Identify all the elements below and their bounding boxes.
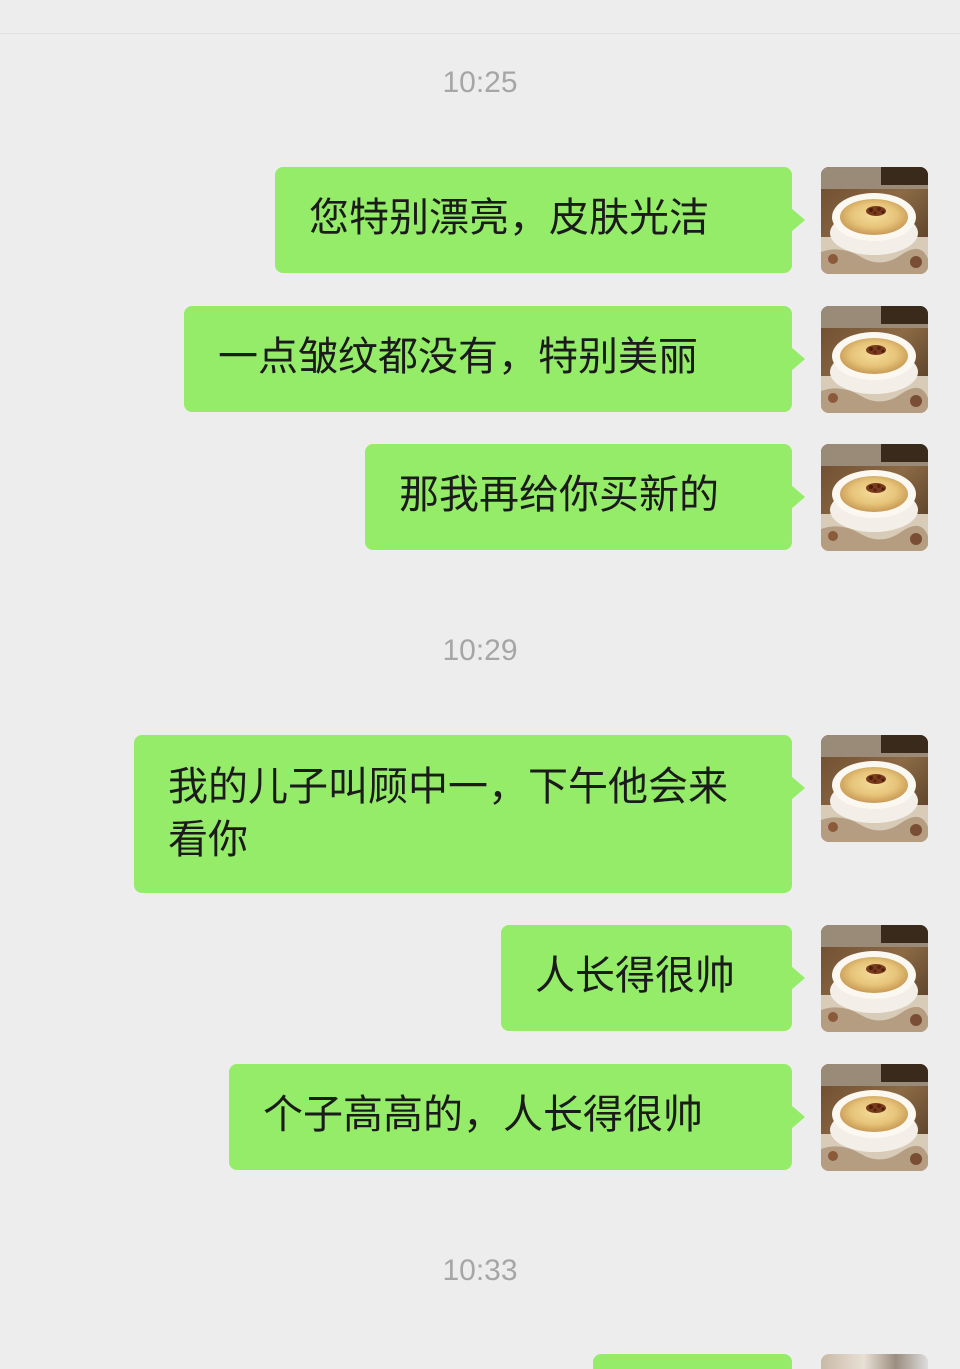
message-bubble[interactable]: 那我再给你买新的 (365, 444, 805, 550)
bubble-tail (791, 1105, 805, 1129)
message-text: 您特别漂亮，皮肤光洁 (309, 195, 709, 241)
bubble-tail (791, 485, 805, 509)
timestamp: 10:33 (442, 1254, 518, 1287)
message-text: 我的儿子叫顾中一，下午他会来看你 (168, 764, 728, 863)
message-bubble[interactable]: 一点皱纹都没有，特别美丽 (184, 306, 805, 412)
custard-dessert-avatar-icon[interactable] (821, 1354, 928, 1369)
bubble-tail (791, 776, 805, 800)
message-text: 个子高高的，人长得很帅 (263, 1092, 703, 1138)
custard-dessert-avatar-icon[interactable] (821, 444, 928, 551)
custard-dessert-avatar-icon[interactable] (821, 306, 928, 413)
message-text: 那我再给你买新的 (399, 472, 719, 518)
message-row: 个子高高的，人长得很帅 (229, 1064, 928, 1171)
bubble-tail (791, 966, 805, 990)
custard-dessert-avatar-icon[interactable] (821, 1064, 928, 1171)
message-bubble[interactable]: 我的儿子叫顾中一，下午他会来看你 (134, 735, 805, 893)
message-row: 您特别漂亮，皮肤光洁 (275, 167, 928, 274)
message-text: 人长得很帅 (535, 953, 735, 999)
timestamp: 10:29 (442, 634, 518, 667)
bubble-tail (791, 347, 805, 371)
message-row: 那我再给你买新的 (365, 444, 928, 551)
message-row: 人长得很帅 (501, 925, 928, 1032)
message-bubble[interactable]: 您特别漂亮，皮肤光洁 (275, 167, 805, 273)
timestamp: 10:25 (442, 66, 518, 99)
custard-dessert-avatar-icon[interactable] (821, 735, 928, 842)
top-divider (0, 33, 960, 34)
custard-dessert-avatar-icon[interactable] (821, 925, 928, 1032)
message-bubble-partial[interactable] (593, 1354, 792, 1369)
custard-dessert-avatar-icon[interactable] (821, 167, 928, 274)
message-text: 一点皱纹都没有，特别美丽 (218, 334, 698, 380)
message-row: 一点皱纹都没有，特别美丽 (184, 306, 928, 413)
bubble-tail (791, 208, 805, 232)
message-bubble[interactable]: 个子高高的，人长得很帅 (229, 1064, 805, 1170)
message-row: 我的儿子叫顾中一，下午他会来看你 (134, 735, 928, 893)
message-bubble[interactable]: 人长得很帅 (501, 925, 805, 1031)
